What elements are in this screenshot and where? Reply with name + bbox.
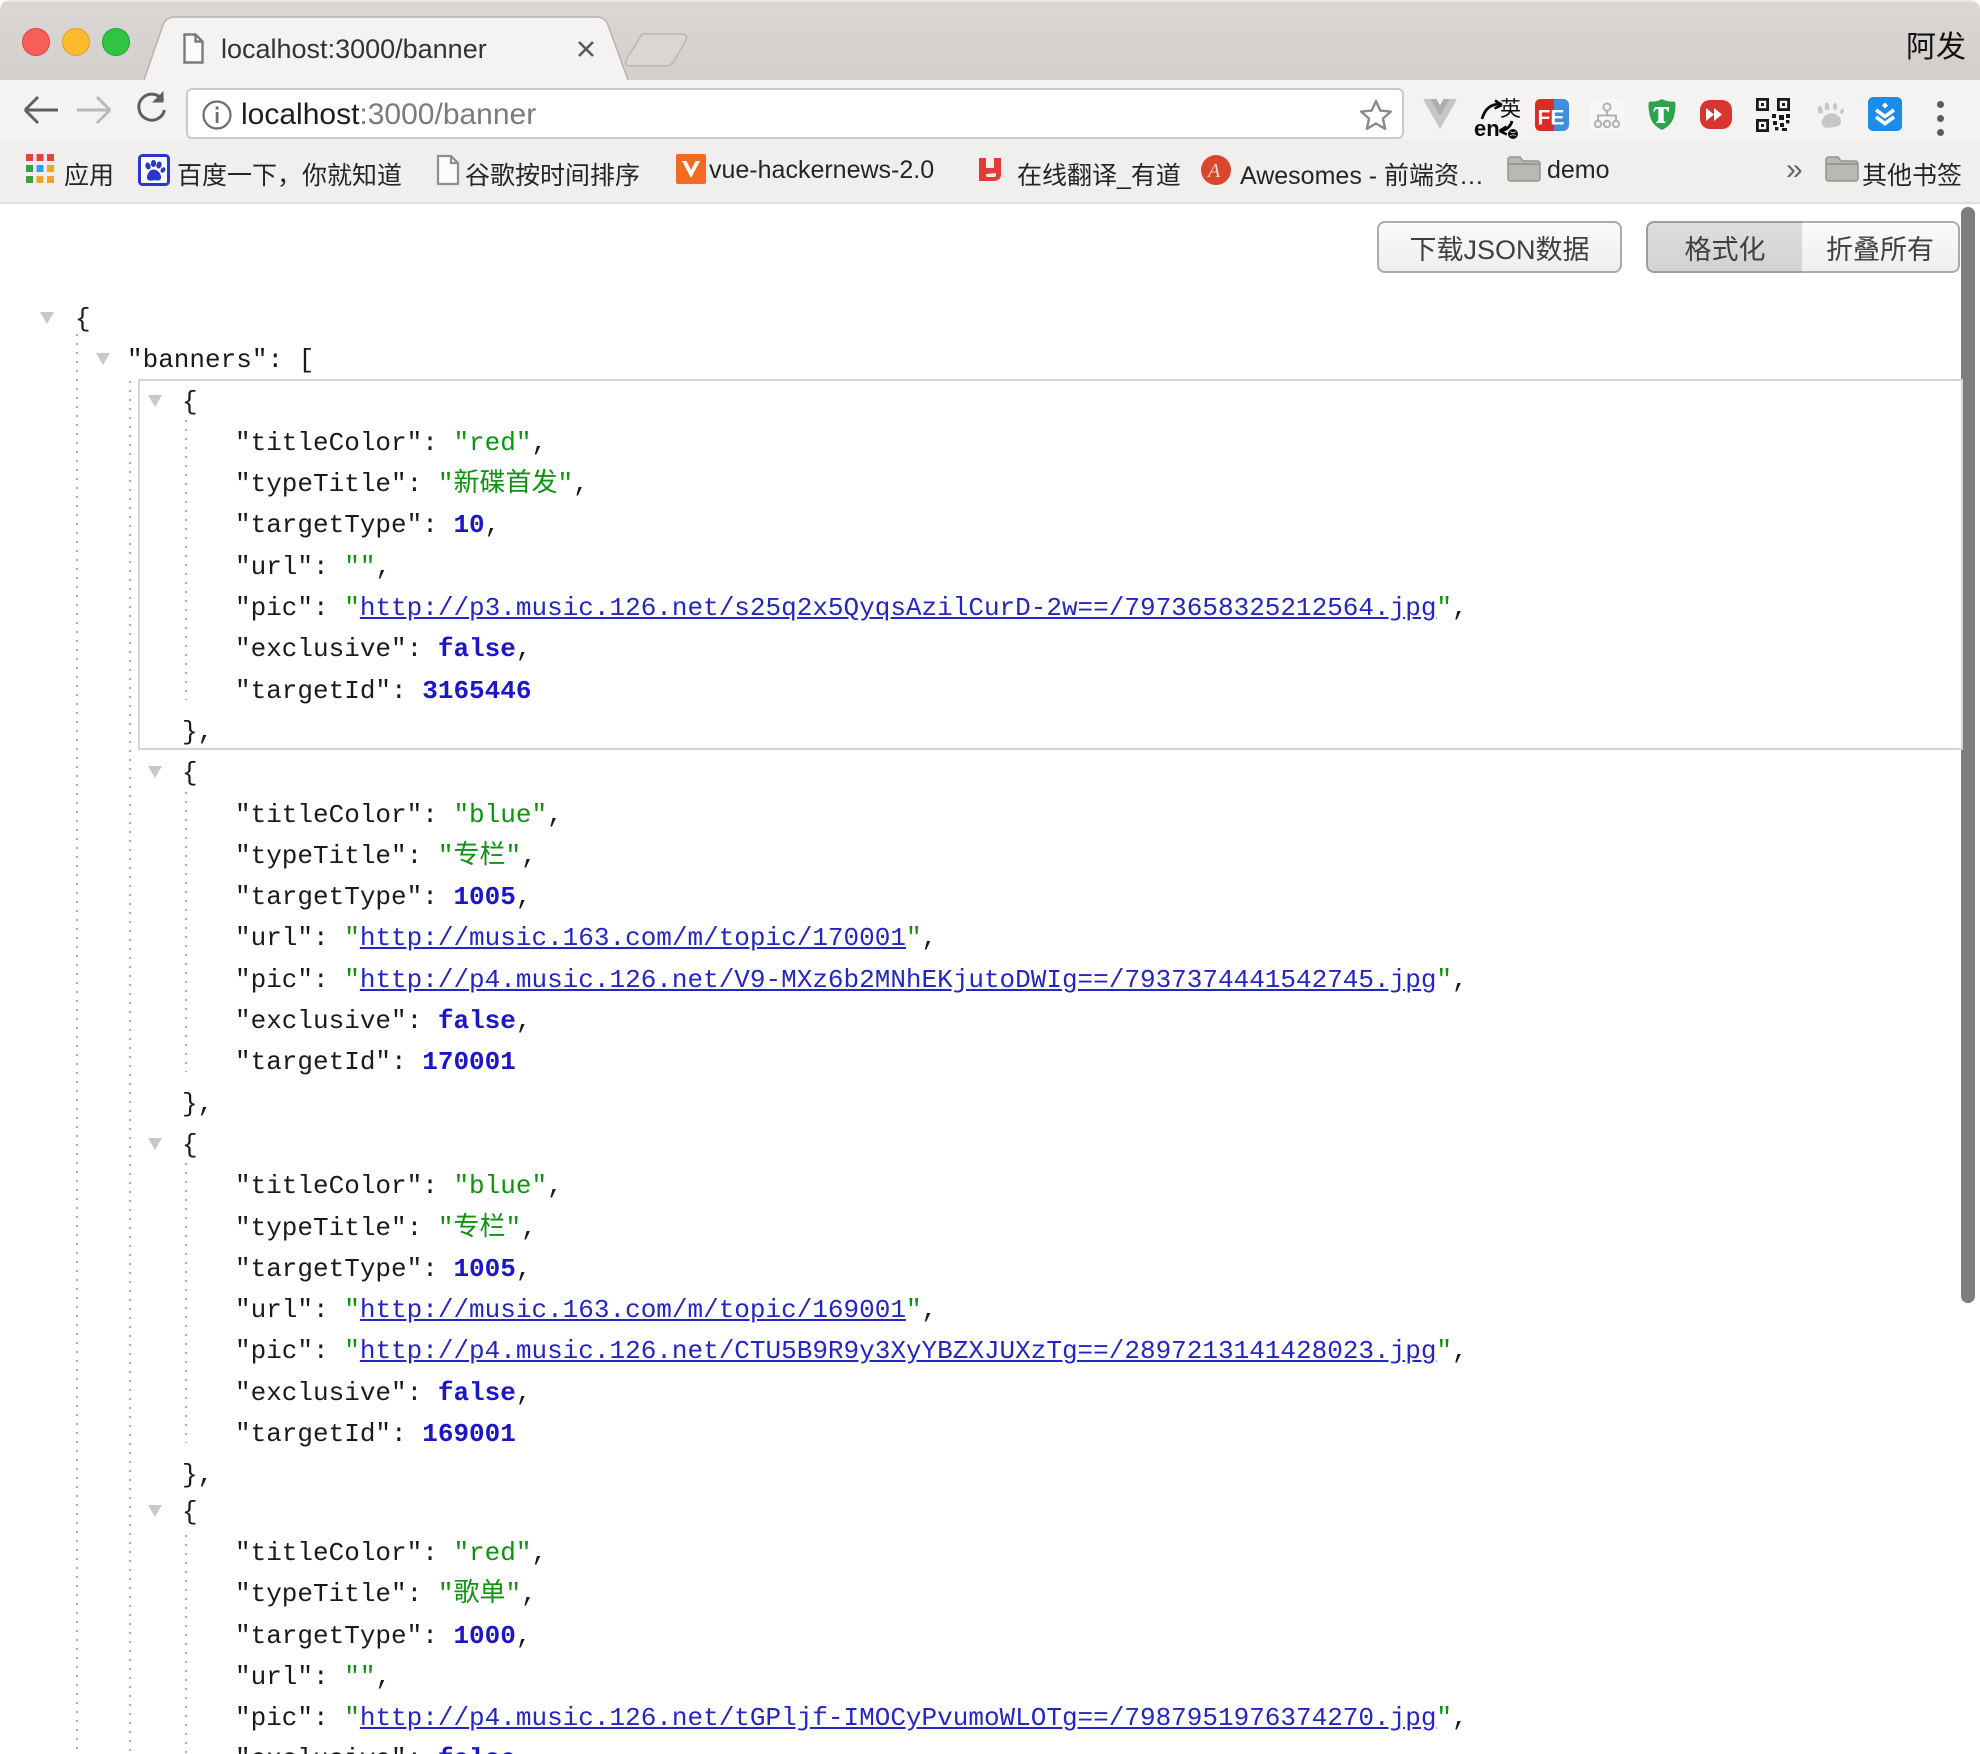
svg-text:en: en: [1474, 116, 1500, 139]
svg-text:A: A: [1206, 160, 1221, 182]
svg-text:FE: FE: [1538, 107, 1565, 130]
svg-text:英: 英: [1500, 98, 1520, 121]
